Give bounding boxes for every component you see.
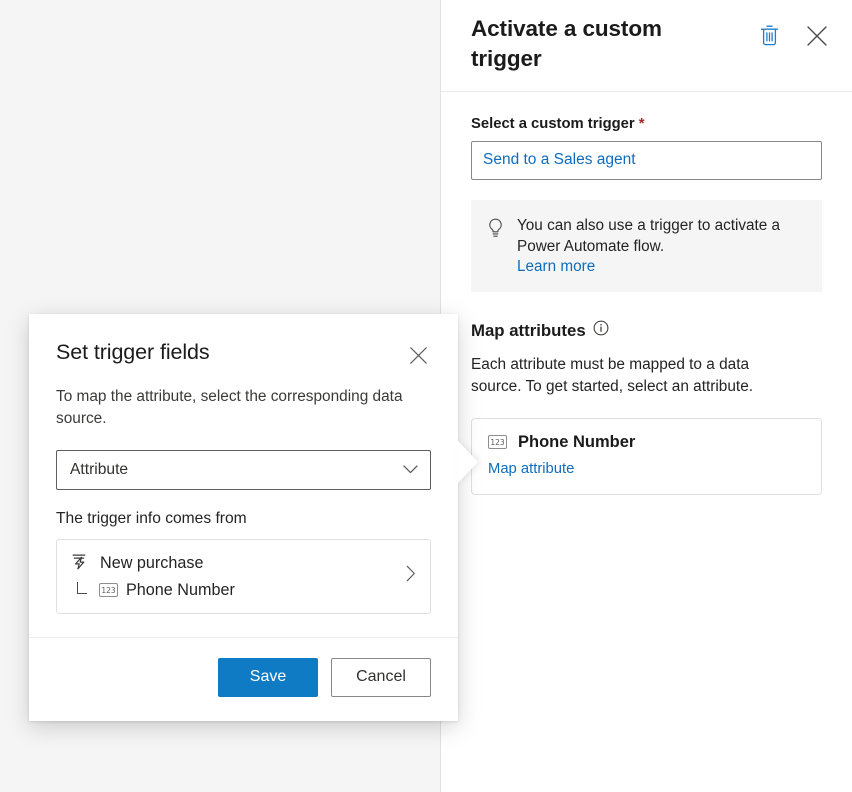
info-callout-text: You can also use a trigger to activate a… [517, 215, 806, 258]
required-marker: * [639, 116, 645, 132]
attribute-select[interactable]: Attribute [56, 450, 431, 490]
trigger-source-child: 123 Phone Number [71, 581, 235, 600]
trigger-field-label: Select a custom trigger * [471, 116, 822, 132]
trigger-source-label: The trigger info comes from [56, 510, 431, 528]
dialog-content: Set trigger fields To map the attribute,… [29, 314, 458, 614]
panel-header-actions [756, 24, 830, 50]
panel-header: Activate a custom trigger [441, 0, 852, 92]
map-attributes-title: Map attributes [471, 321, 586, 341]
activate-trigger-panel: Activate a custom trigger [440, 0, 852, 792]
trigger-source-tree: New purchase 123 Phone Number [71, 552, 235, 600]
panel-body: Select a custom trigger * You can also u… [441, 92, 852, 495]
map-attributes-heading: Map attributes [471, 320, 822, 341]
trigger-source-parent-label: New purchase [100, 554, 203, 573]
trash-icon [760, 25, 779, 49]
panel-close-button[interactable] [804, 24, 830, 50]
attribute-select-value: Attribute [70, 461, 128, 479]
learn-more-link[interactable]: Learn more [517, 258, 595, 276]
info-callout-body: You can also use a trigger to activate a… [517, 215, 806, 276]
trigger-field-label-text: Select a custom trigger [471, 116, 635, 132]
dialog-titlebar: Set trigger fields [56, 340, 431, 370]
dialog-description: To map the attribute, select the corresp… [56, 386, 426, 430]
dialog-pointer-beak [457, 440, 478, 484]
cancel-button[interactable]: Cancel [331, 658, 431, 697]
dialog-close-button[interactable] [405, 344, 431, 370]
number-123-icon: 123 [488, 435, 507, 449]
trigger-flow-icon [71, 552, 90, 576]
info-callout: You can also use a trigger to activate a… [471, 200, 822, 292]
dialog-footer: Save Cancel [29, 637, 458, 721]
trigger-source-item[interactable]: New purchase 123 Phone Number [56, 539, 431, 614]
dialog-title: Set trigger fields [56, 340, 210, 365]
save-button[interactable]: Save [218, 658, 318, 697]
delete-button[interactable] [756, 24, 782, 50]
lightbulb-icon [487, 218, 504, 243]
attribute-card-row: 123 Phone Number [488, 433, 805, 452]
info-circle-icon[interactable] [593, 320, 609, 341]
set-trigger-fields-dialog: Set trigger fields To map the attribute,… [29, 314, 458, 721]
custom-trigger-input[interactable] [471, 141, 822, 180]
map-attributes-description: Each attribute must be mapped to a data … [471, 354, 801, 398]
close-icon [806, 25, 828, 50]
trigger-source-child-label: Phone Number [126, 581, 235, 600]
number-123-icon: 123 [99, 583, 118, 597]
close-icon [409, 346, 428, 368]
attribute-name: Phone Number [518, 433, 635, 452]
chevron-right-icon[interactable] [406, 565, 416, 587]
tree-elbow-connector [76, 582, 91, 598]
page-title: Activate a custom trigger [471, 14, 731, 75]
trigger-source-parent: New purchase [71, 552, 235, 576]
attribute-card[interactable]: 123 Phone Number Map attribute [471, 418, 822, 495]
chevron-down-icon [403, 461, 418, 479]
map-attribute-link[interactable]: Map attribute [488, 461, 574, 477]
